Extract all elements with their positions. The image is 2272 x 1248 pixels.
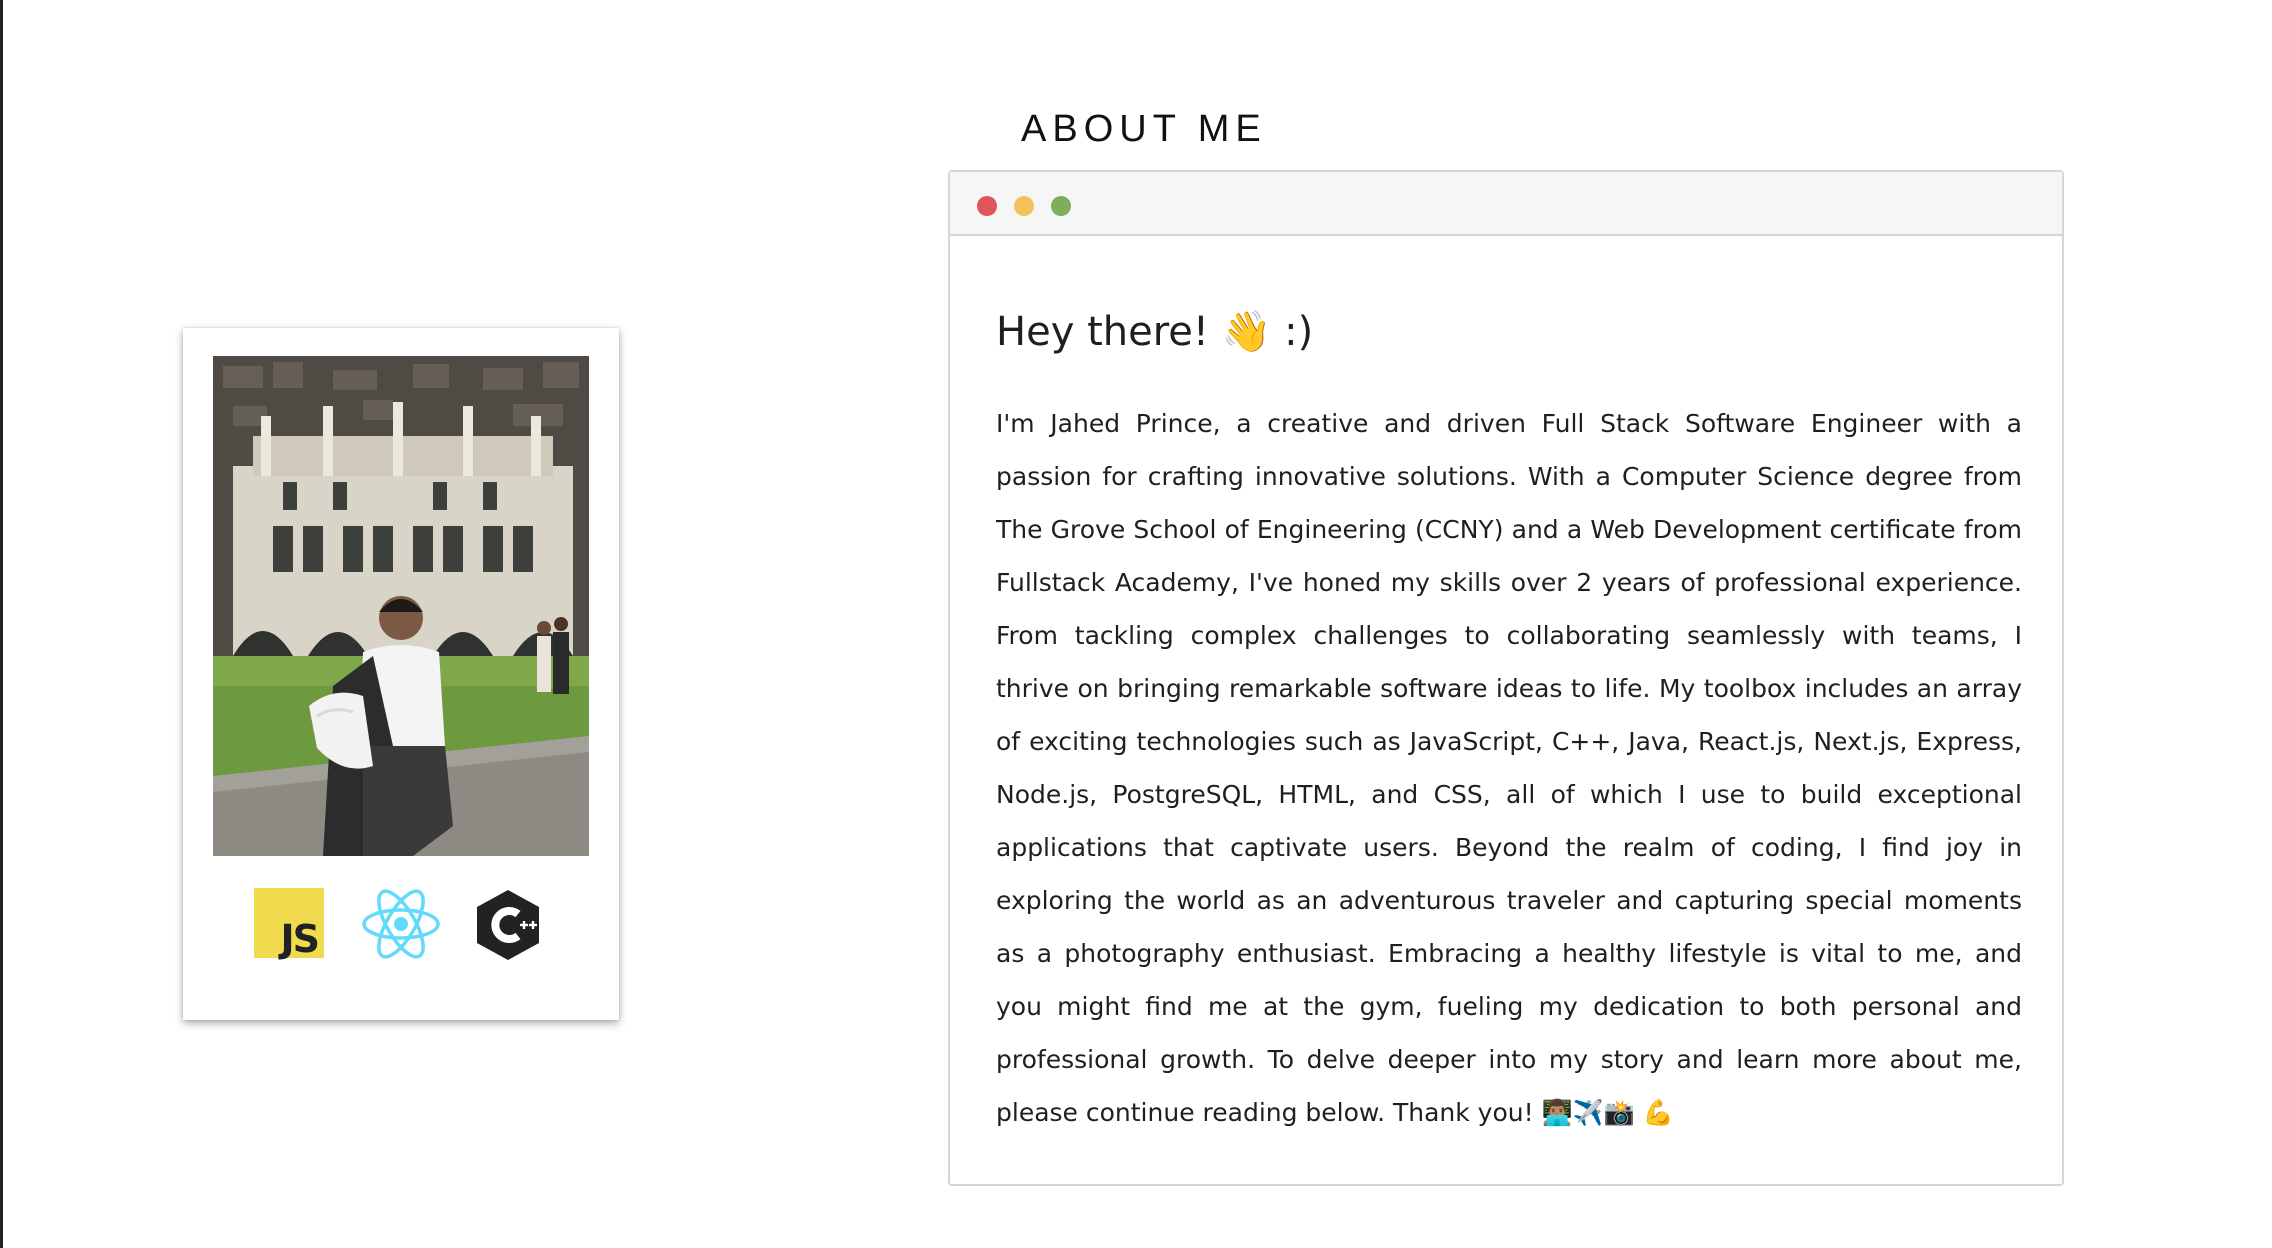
- maximize-dot-icon[interactable]: [1051, 196, 1071, 216]
- window-content: Hey there! 👋 :) I'm Jahed Prince, a crea…: [996, 308, 2022, 1139]
- cplusplus-icon: [474, 888, 546, 960]
- greeting-heading: Hey there! 👋 :): [996, 309, 1314, 355]
- page-left-border: [0, 0, 3, 1248]
- javascript-icon-label: JS: [280, 917, 319, 961]
- profile-photo: [213, 356, 589, 856]
- window-titlebar: [950, 172, 2062, 236]
- profile-card: JS: [183, 328, 619, 1020]
- react-icon: [361, 888, 440, 960]
- section-title: ABOUT ME: [1021, 108, 1267, 150]
- tech-stack-row: JS: [183, 888, 619, 962]
- close-dot-icon[interactable]: [977, 196, 997, 216]
- bio-paragraph: I'm Jahed Prince, a creative and driven …: [996, 409, 2022, 1127]
- minimize-dot-icon[interactable]: [1014, 196, 1034, 216]
- about-window: Hey there! 👋 :) I'm Jahed Prince, a crea…: [948, 170, 2064, 1186]
- javascript-icon: JS: [254, 888, 326, 960]
